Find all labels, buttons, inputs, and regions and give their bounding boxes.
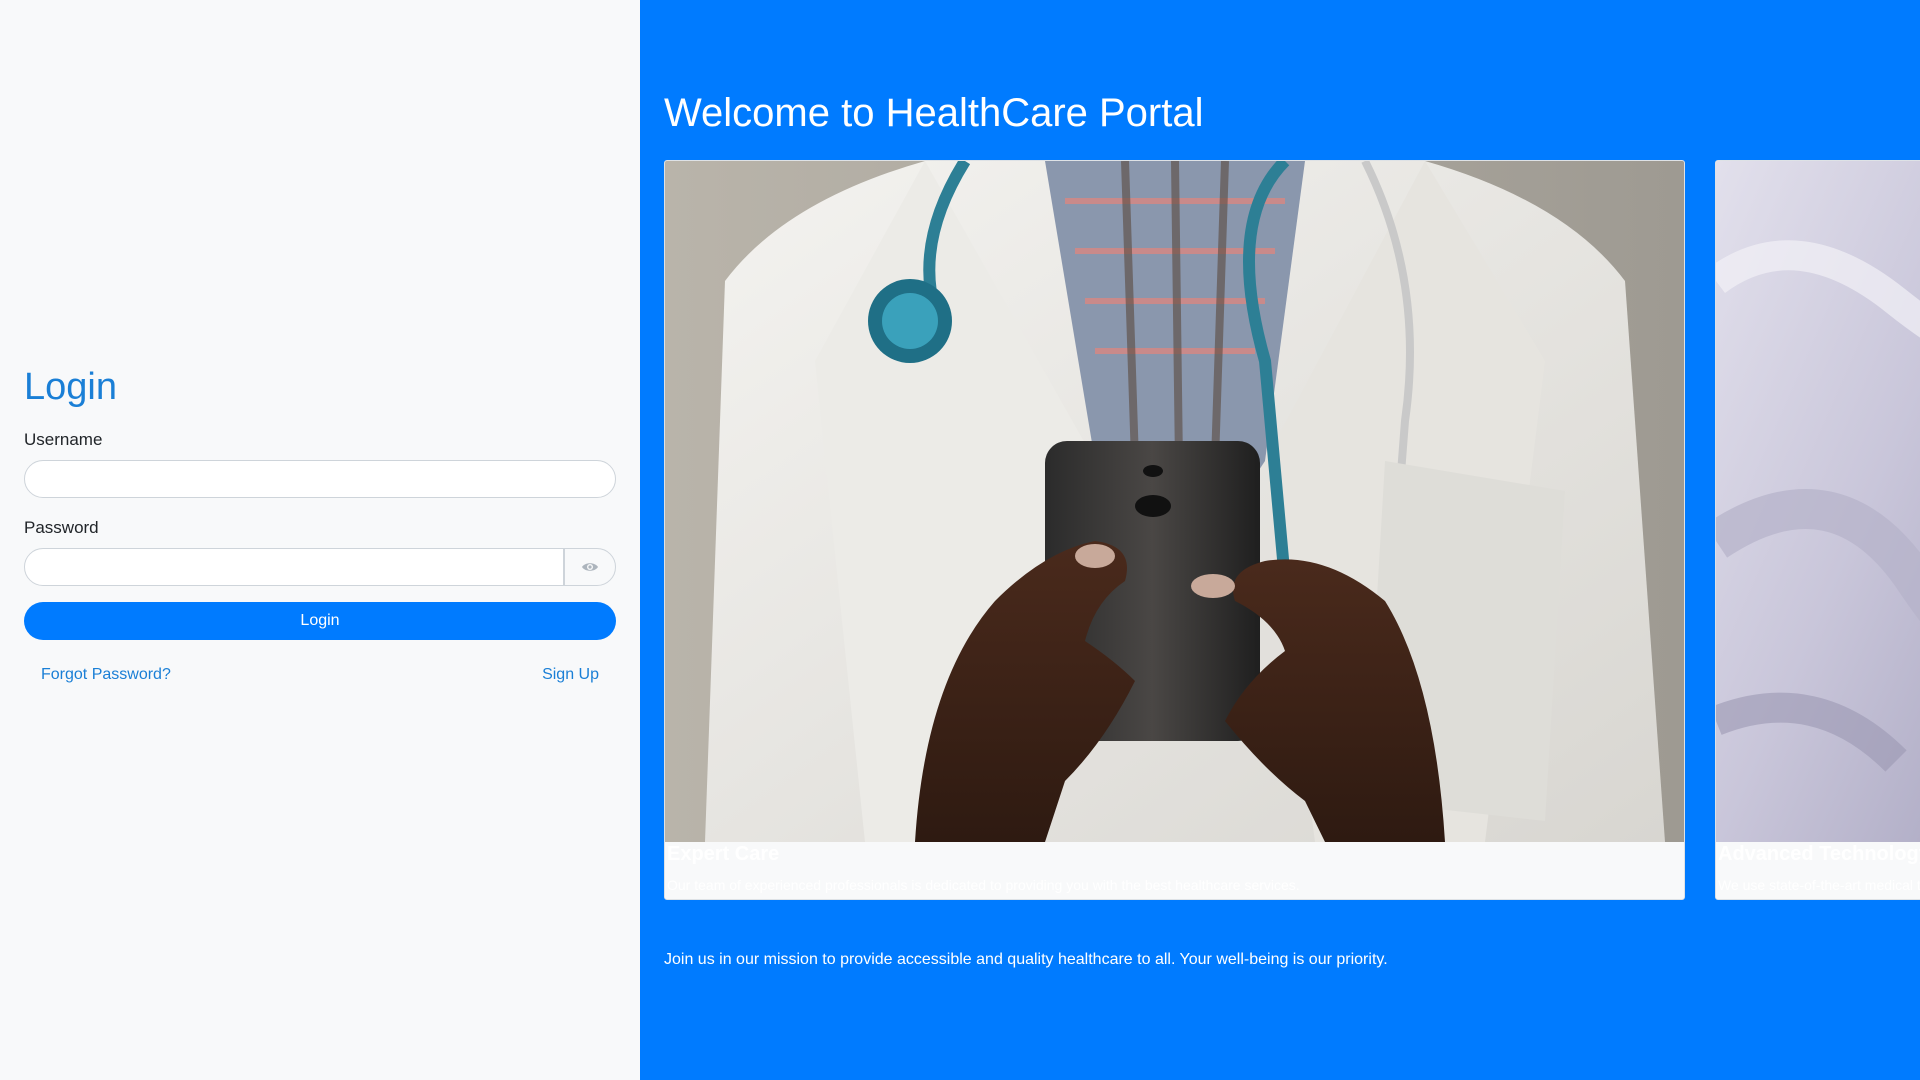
mission-statement: Join us in our mission to provide access…: [664, 951, 1388, 968]
eye-icon: [582, 563, 598, 571]
password-group: Password: [24, 518, 616, 586]
password-label: Password: [24, 518, 99, 537]
sign-up-link[interactable]: Sign Up: [542, 666, 599, 684]
password-input[interactable]: [24, 548, 564, 586]
login-heading: Login: [24, 366, 117, 408]
hospital-bed-photo: [1716, 161, 1920, 842]
card-title-advanced-technology: Advanced Technology: [1718, 843, 1920, 865]
username-label: Username: [24, 430, 103, 449]
auth-links: Forgot Password? Sign Up: [24, 666, 616, 684]
username-input[interactable]: [24, 460, 616, 498]
show-password-button[interactable]: [564, 548, 616, 586]
card-text-expert-care: Our team of experienced professionals is…: [667, 877, 1300, 893]
login-form: Login Username Password Login Forgot Pas: [24, 366, 616, 684]
feature-card-advanced-technology[interactable]: Advanced Technology We use state-of-the-…: [1715, 160, 1920, 900]
forgot-password-link[interactable]: Forgot Password?: [41, 666, 171, 684]
welcome-heading: Welcome to HealthCare Portal: [664, 91, 1204, 135]
feature-card-expert-care[interactable]: Expert Care Our team of experienced prof…: [664, 160, 1685, 900]
card-text-advanced-technology: We use state-of-the-art medical technolo…: [1718, 877, 1920, 893]
hero-panel: Welcome to HealthCare Portal Expert Care…: [640, 0, 1920, 1080]
username-group: Username: [24, 430, 616, 498]
card-title-expert-care: Expert Care: [667, 843, 780, 865]
password-row: [24, 548, 616, 586]
doctor-photo: [665, 161, 1684, 842]
login-panel: Login Username Password Login Forgot Pas: [0, 0, 640, 1080]
login-button[interactable]: Login: [24, 602, 616, 640]
